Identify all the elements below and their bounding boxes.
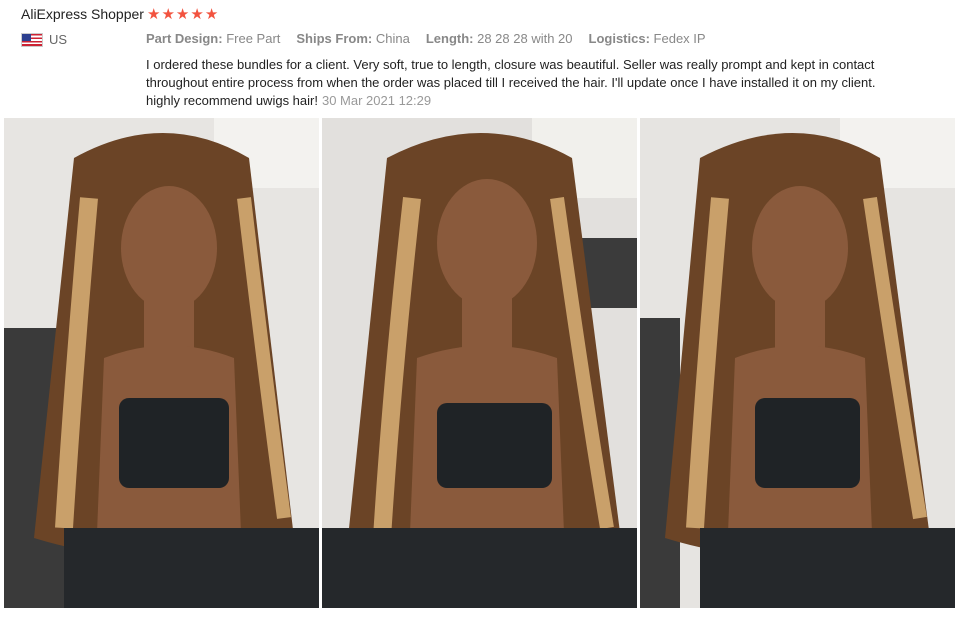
star-icon: ★ — [161, 6, 175, 23]
attribute-length: Length: 28 28 28 with 20 — [425, 31, 573, 46]
attribute-ships-from: Ships From: China — [296, 31, 410, 46]
attribute-logistics: Logistics: Fedex IP — [588, 31, 706, 46]
star-icon: ★ — [147, 6, 161, 23]
us-flag-icon — [21, 32, 43, 47]
star-icon: ★ — [204, 6, 219, 23]
reviewer-country: US — [21, 32, 67, 47]
review-photo-2[interactable] — [322, 118, 637, 608]
rating-stars: ★ ★ ★ ★ ★ — [147, 5, 218, 25]
review-photos — [4, 118, 955, 608]
order-attributes: Part Design: Free Part Ships From: China… — [146, 31, 706, 46]
reviewer-name: AliExpress Shopper — [21, 6, 144, 22]
review-date: 30 Mar 2021 12:29 — [321, 93, 432, 108]
star-icon: ★ — [190, 6, 204, 23]
country-code: US — [49, 32, 68, 47]
review-body: I ordered these bundles for a client. Ve… — [146, 57, 876, 108]
review-photo-1[interactable] — [4, 118, 319, 608]
star-icon: ★ — [175, 6, 190, 23]
review-photo-3[interactable] — [640, 118, 955, 608]
review-text: I ordered these bundles for a client. Ve… — [146, 56, 886, 110]
attribute-part-design: Part Design: Free Part — [146, 31, 281, 46]
